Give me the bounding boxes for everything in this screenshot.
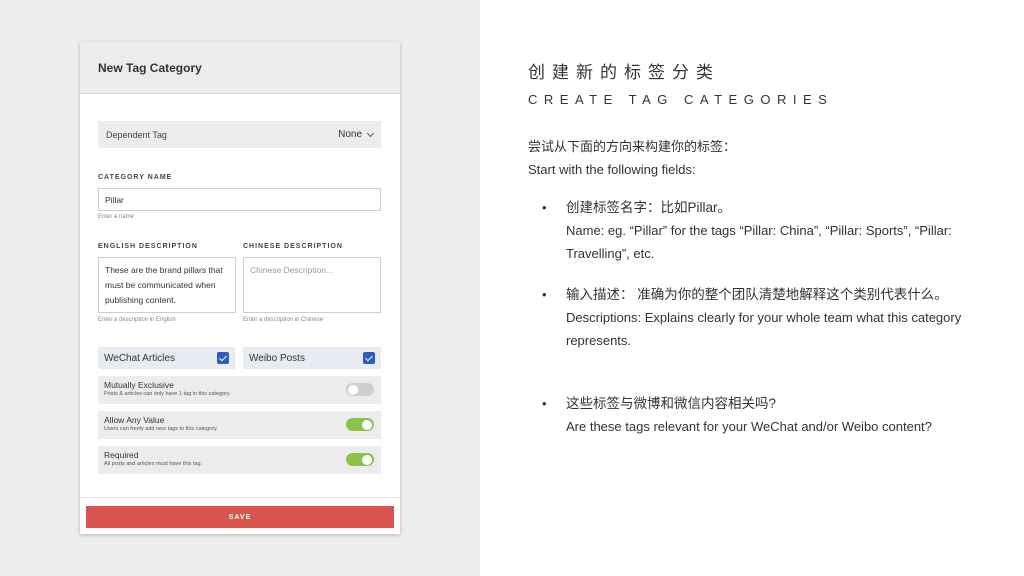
dependent-tag-label: Dependent Tag [106, 129, 167, 140]
english-description-hint: Enter a description in English [98, 317, 176, 323]
required-subtitle: All posts and articles must have this ta… [104, 461, 203, 467]
english-description-label: ENGLISH DESCRIPTION [98, 243, 198, 250]
intro: 尝试从下面的方向来构建你的标签： Start with the followin… [528, 135, 736, 181]
dialog-title: New Tag Category [98, 60, 202, 75]
toggle-knob [362, 454, 372, 465]
required-title: Required [104, 450, 139, 460]
mutually-exclusive-subtitle: Posts & articles can only have 1 tag in … [104, 391, 231, 397]
toggle-knob [362, 419, 372, 430]
dialog-header: New Tag Category [80, 42, 400, 94]
new-tag-category-dialog: New Tag Category Dependent Tag None CATE… [80, 42, 400, 534]
wechat-articles-checkbox[interactable] [217, 352, 229, 364]
chevron-down-icon [366, 129, 375, 137]
allow-any-value-subtitle: Users can freely add new tags to this ca… [104, 426, 218, 432]
footer-divider [80, 497, 400, 498]
dependent-tag-value-wrap: None [338, 129, 375, 140]
english-title: CREATE TAG CATEGORIES [528, 92, 834, 107]
weibo-posts-label: Weibo Posts [249, 352, 305, 364]
wechat-articles-option[interactable]: WeChat Articles [98, 347, 235, 369]
bullet-name: 创建标签名字：比如Pillar。 Name: eg. “Pillar” for … [528, 196, 978, 265]
chinese-description-hint: Enter a description in Chinese [243, 317, 324, 323]
mutually-exclusive-row: Mutually Exclusive Posts & articles can … [98, 376, 381, 404]
wechat-articles-label: WeChat Articles [104, 352, 175, 364]
category-name-label: CATEGORY NAME [98, 174, 173, 181]
allow-any-value-row: Allow Any Value Users can freely add new… [98, 411, 381, 439]
allow-any-value-toggle[interactable] [346, 418, 374, 431]
intro-chinese: 尝试从下面的方向来构建你的标签： [528, 139, 737, 154]
chinese-description-input[interactable]: Chinese Description... [243, 257, 381, 313]
dependent-tag-value: None [338, 129, 362, 140]
mutually-exclusive-title: Mutually Exclusive [104, 380, 174, 390]
dependent-tag-select[interactable]: Dependent Tag None [98, 121, 381, 148]
chinese-title: 创建新的标签分类 [528, 63, 720, 82]
chinese-description-label: CHINESE DESCRIPTION [243, 243, 343, 250]
bullet-platforms-chinese: 这些标签与微博和微信内容相关吗? [566, 396, 777, 411]
bullet-platforms-english: Are these tags relevant for your WeChat … [566, 419, 932, 434]
bullet-platforms: 这些标签与微博和微信内容相关吗? Are these tags relevant… [528, 392, 932, 438]
weibo-posts-option[interactable]: Weibo Posts [243, 347, 381, 369]
english-description-input[interactable]: These are the brand pillars that must be… [98, 257, 236, 313]
weibo-posts-checkbox[interactable] [363, 352, 375, 364]
bullet-description-chinese: 输入描述： 准确为你的整个团队清楚地解释这个类别代表什么。 [566, 287, 948, 302]
bullet-description-english: Descriptions: Explains clearly for your … [566, 310, 962, 348]
required-row: Required All posts and articles must hav… [98, 446, 381, 474]
intro-english: Start with the following fields: [528, 162, 696, 177]
allow-any-value-title: Allow Any Value [104, 415, 165, 425]
bullet-name-english: Name: eg. “Pillar” for the tags “Pillar:… [566, 223, 952, 261]
toggle-knob [348, 384, 358, 395]
category-name-input[interactable]: Pillar [98, 188, 381, 211]
bullet-name-chinese: 创建标签名字：比如Pillar。 [566, 200, 732, 215]
mutually-exclusive-toggle[interactable] [346, 383, 374, 396]
bullet-description: 输入描述： 准确为你的整个团队清楚地解释这个类别代表什么。 Descriptio… [528, 283, 978, 352]
save-button[interactable]: SAVE [86, 506, 394, 528]
category-name-hint: Enter a name [98, 214, 135, 220]
left-pane: New Tag Category Dependent Tag None CATE… [0, 0, 480, 576]
required-toggle[interactable] [346, 453, 374, 466]
